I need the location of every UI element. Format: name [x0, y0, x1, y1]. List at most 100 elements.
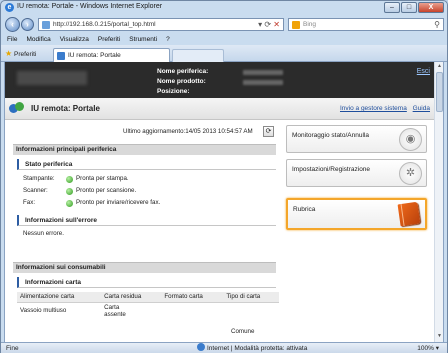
settings-button[interactable]: Impostazioni/Registrazione ✲ — [286, 159, 427, 187]
tab-page-icon — [57, 52, 65, 60]
status-value: Pronto per inviare/ricevere fax. — [76, 199, 161, 206]
device-name-label: Nome periferica: — [157, 68, 209, 75]
address-url[interactable]: http://192.168.0.215/portal_top.html — [53, 21, 156, 28]
brand-logo — [17, 71, 87, 85]
search-icon[interactable]: ⚲ — [434, 20, 440, 29]
status-label: Scanner: — [23, 187, 48, 194]
scroll-down-icon[interactable]: ▼ — [436, 333, 443, 341]
title-bar: e IU remota: Portale - Windows Internet … — [1, 1, 447, 15]
refresh-icon[interactable]: ⟳ — [264, 20, 271, 29]
logout-link[interactable]: Esci — [417, 68, 430, 75]
zoom-level[interactable]: 100% ▾ — [417, 343, 439, 353]
search-placeholder[interactable]: Bing — [303, 21, 316, 28]
menu-bar: File Modifica Visualizza Preferiti Strum… — [1, 34, 447, 45]
vertical-scrollbar[interactable]: ▲ ▼ — [434, 62, 443, 342]
address-book-icon — [397, 201, 421, 227]
menu-strumenti[interactable]: Strumenti — [129, 34, 157, 45]
forward-button[interactable]: › — [21, 18, 34, 31]
main-info-heading: Informazioni principali periferica — [13, 144, 276, 155]
portal-title: IU remota: Portale — [31, 104, 100, 113]
last-update: Ultimo aggiornamento:14/05 2013 10:54:57… — [123, 128, 253, 135]
redacted-value — [243, 80, 283, 85]
scroll-thumb[interactable] — [436, 72, 443, 112]
settings-label: Impostazioni/Registrazione — [292, 166, 371, 173]
status-monitor-label: Monitoraggio stato/Annulla — [292, 132, 369, 139]
search-box[interactable]: Bing ⚲ — [288, 18, 444, 31]
eye-icon: ◉ — [399, 128, 422, 151]
status-text: Fine — [6, 345, 19, 352]
status-value: Pronto per scansione. — [76, 187, 137, 194]
status-ok-icon — [66, 200, 73, 207]
error-heading: Informazioni sull'errore — [17, 215, 276, 226]
portal-bar: IU remota: Portale Invio a gestore siste… — [5, 98, 436, 120]
security-zone: Internet | Modalità protetta: attivata — [197, 343, 307, 353]
tab-label: IU remota: Portale — [68, 52, 121, 59]
dropdown-icon[interactable]: ▾ — [258, 20, 262, 29]
menu-preferiti[interactable]: Preferiti — [98, 34, 120, 45]
menu-file[interactable]: File — [7, 34, 17, 45]
column-header: Alimentazione carta — [17, 292, 102, 303]
error-text: Nessun errore. — [23, 230, 64, 237]
paper-heading: Informazioni carta — [17, 277, 276, 288]
scroll-up-icon[interactable]: ▲ — [436, 63, 443, 71]
table-row: Vassoio multiuso Carta assente — [17, 302, 279, 319]
browser-window: e IU remota: Portale - Windows Internet … — [0, 0, 448, 353]
status-bar: Fine Internet | Modalità protetta: attiv… — [1, 342, 447, 353]
redacted-value — [243, 70, 283, 75]
status-ok-icon — [66, 176, 73, 183]
column-header: Carta residua — [101, 292, 162, 303]
consumables-section: Informazioni sui consumabili Informazion… — [13, 262, 276, 288]
column-header: Formato carta — [161, 292, 224, 303]
refresh-button[interactable]: ⟳ — [263, 126, 274, 137]
menu-help[interactable]: ? — [166, 34, 170, 45]
address-book-button[interactable]: Rubrica — [286, 198, 427, 230]
status-ok-icon — [66, 188, 73, 195]
menu-modifica[interactable]: Modifica — [26, 34, 50, 45]
portal-icon — [9, 102, 24, 115]
new-tab-button[interactable] — [172, 49, 224, 62]
tab-portale[interactable]: IU remota: Portale — [53, 48, 170, 62]
status-row: Scanner: Pronto per scansione. — [13, 185, 276, 197]
paper-source: Vassoio multiuso — [20, 307, 67, 314]
paper-size — [161, 302, 223, 319]
paper-table: Alimentazione carta Carta residua Format… — [17, 292, 279, 319]
back-button[interactable]: ‹ — [5, 17, 20, 32]
consumables-heading: Informazioni sui consumabili — [13, 262, 276, 273]
navigation-row: ‹ › http://192.168.0.215/portal_top.html… — [1, 15, 447, 34]
device-info: Nome periferica: Nome prodotto: Posizion… — [157, 67, 208, 97]
status-value: Pronta per stampa. — [76, 175, 129, 182]
location-label: Posizione: — [157, 88, 190, 95]
page-content: Nome periferica: Nome prodotto: Posizion… — [4, 62, 444, 342]
status-heading: Stato periferica — [17, 159, 276, 170]
status-row: Fax: Pronto per inviare/ricevere fax. — [13, 197, 276, 209]
maximize-button[interactable]: □ — [401, 2, 417, 13]
help-link[interactable]: Guida — [413, 105, 430, 112]
paper-type — [223, 302, 279, 319]
favorites-label: Preferiti — [13, 51, 37, 58]
status-row: Stampante: Pronta per stampa. — [13, 173, 276, 185]
star-icon: ★ — [5, 49, 13, 58]
main-info-section: Informazioni principali periferica Stato… — [13, 144, 276, 237]
page-icon — [42, 21, 50, 29]
paper-type-value: Comune — [231, 328, 255, 335]
close-button[interactable]: X — [418, 2, 444, 13]
column-header: Tipo di carta — [223, 292, 279, 303]
minimize-button[interactable]: – — [384, 2, 400, 13]
favorites-bar: ★ Preferiti IU remota: Portale — [1, 45, 447, 62]
address-tools: ▾ ⟳ ✕ — [258, 20, 280, 29]
send-admin-link[interactable]: Invio a gestore sistema — [340, 105, 407, 112]
status-label: Fax: — [23, 199, 36, 206]
address-book-label: Rubrica — [293, 206, 316, 213]
ie-icon: e — [5, 3, 14, 12]
gear-icon: ✲ — [399, 162, 422, 185]
window-title: IU remota: Portale - Windows Internet Ex… — [17, 3, 163, 10]
address-bar[interactable]: http://192.168.0.215/portal_top.html ▾ ⟳… — [38, 18, 284, 31]
stop-icon[interactable]: ✕ — [273, 20, 280, 29]
product-name-label: Nome prodotto: — [157, 78, 206, 85]
paper-remaining: Carta assente — [104, 303, 126, 318]
status-label: Stampante: — [23, 175, 55, 182]
status-monitor-button[interactable]: Monitoraggio stato/Annulla ◉ — [286, 125, 427, 153]
favorites-button[interactable]: ★ Preferiti — [5, 49, 36, 58]
menu-visualizza[interactable]: Visualizza — [60, 34, 89, 45]
device-header: Nome periferica: Nome prodotto: Posizion… — [5, 62, 436, 98]
